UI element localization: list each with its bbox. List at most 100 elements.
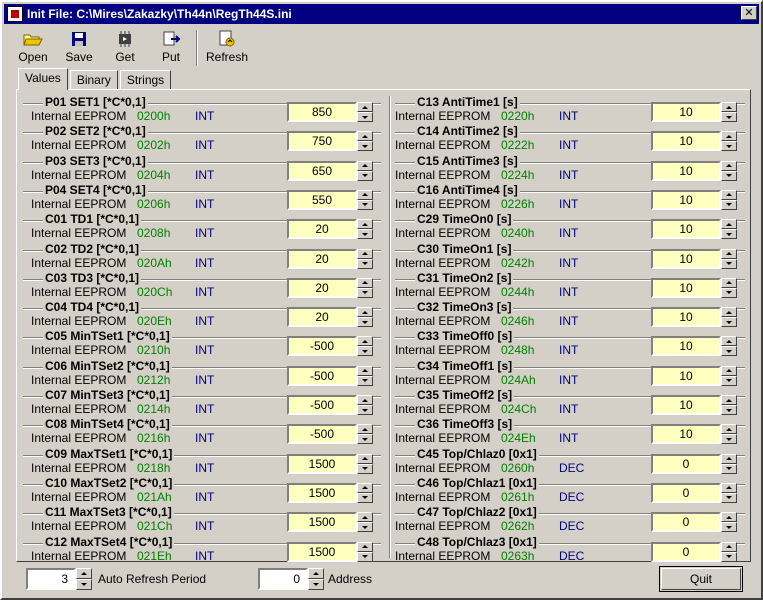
param-value-spinner[interactable]: -500 <box>287 395 373 415</box>
param-value-spinner[interactable]: 10 <box>651 365 737 386</box>
refresh-period-input[interactable]: 3 <box>26 568 76 590</box>
param-value-input[interactable]: -500 <box>287 424 357 445</box>
param-value-spinner[interactable]: 10 <box>651 102 737 122</box>
param-value-spinner[interactable]: 10 <box>651 424 737 445</box>
spin-down-button[interactable] <box>721 199 737 210</box>
param-value-spinner[interactable]: 10 <box>651 277 737 298</box>
get-button[interactable]: Get <box>102 28 148 68</box>
spin-down-button[interactable] <box>357 492 373 503</box>
param-value-input[interactable]: -500 <box>287 336 357 357</box>
spin-up-button[interactable] <box>357 424 373 435</box>
spin-up-button[interactable] <box>357 160 373 171</box>
spin-up-button[interactable] <box>357 102 373 112</box>
spin-up-button[interactable] <box>721 160 737 171</box>
param-value-spinner[interactable]: 10 <box>651 160 737 181</box>
spin-down-button[interactable] <box>721 463 737 474</box>
param-value-spinner[interactable]: -500 <box>287 424 373 445</box>
param-value-input[interactable]: 10 <box>651 248 721 269</box>
param-value-input[interactable]: 650 <box>287 160 357 181</box>
address-input[interactable]: 0 <box>258 568 308 590</box>
spin-down-button[interactable] <box>357 229 373 240</box>
param-value-input[interactable]: 10 <box>651 424 721 445</box>
param-value-input[interactable]: 10 <box>651 365 721 386</box>
spin-down-button[interactable] <box>357 375 373 386</box>
spin-up-button[interactable] <box>721 131 737 142</box>
spin-up-button[interactable] <box>357 248 373 259</box>
spin-down-button[interactable] <box>357 141 373 152</box>
refresh-button[interactable]: Refresh <box>204 28 250 68</box>
spin-up-button[interactable] <box>721 395 737 405</box>
param-value-input[interactable]: -500 <box>287 395 357 415</box>
param-value-spinner[interactable]: 850 <box>287 102 373 122</box>
spin-up-button[interactable] <box>721 248 737 259</box>
spin-down-button[interactable] <box>357 405 373 415</box>
spin-down-button[interactable] <box>357 199 373 210</box>
spin-down-button[interactable] <box>357 522 373 533</box>
param-value-spinner[interactable]: 20 <box>287 307 373 328</box>
spin-up-button[interactable] <box>721 277 737 288</box>
param-value-input[interactable]: 750 <box>287 131 357 152</box>
spin-up-button[interactable] <box>721 307 737 318</box>
param-value-input[interactable]: 20 <box>287 277 357 298</box>
param-value-input[interactable]: 1500 <box>287 453 357 474</box>
quit-button[interactable]: Quit <box>659 566 743 592</box>
param-value-input[interactable]: 1500 <box>287 482 357 503</box>
spin-down-button[interactable] <box>721 405 737 415</box>
param-value-spinner[interactable]: 0 <box>651 453 737 474</box>
spin-up-button[interactable] <box>721 453 737 464</box>
spin-down-button[interactable] <box>357 346 373 357</box>
param-value-spinner[interactable]: 550 <box>287 189 373 210</box>
spin-down-button[interactable] <box>721 522 737 533</box>
spin-down-button[interactable] <box>357 551 373 562</box>
spin-up-button[interactable] <box>357 277 373 288</box>
param-value-spinner[interactable]: 0 <box>651 541 737 562</box>
spin-down-button[interactable] <box>721 258 737 269</box>
put-button[interactable]: Put <box>148 28 194 68</box>
save-button[interactable]: Save <box>56 28 102 68</box>
spin-down-button[interactable] <box>357 317 373 328</box>
spin-up-button[interactable] <box>721 336 737 347</box>
param-value-spinner[interactable]: 750 <box>287 131 373 152</box>
param-value-input[interactable]: 10 <box>651 189 721 210</box>
param-value-input[interactable]: 1500 <box>287 512 357 533</box>
close-button[interactable]: ✕ <box>741 6 757 20</box>
spin-up-button[interactable] <box>721 365 737 376</box>
param-value-input[interactable]: 20 <box>287 219 357 240</box>
param-value-spinner[interactable]: 10 <box>651 336 737 357</box>
param-value-input[interactable]: 550 <box>287 189 357 210</box>
param-value-spinner[interactable]: 10 <box>651 131 737 152</box>
spin-up-button[interactable] <box>721 102 737 112</box>
spin-up-button[interactable] <box>76 568 92 579</box>
param-value-spinner[interactable]: 1500 <box>287 453 373 474</box>
param-value-spinner[interactable]: 0 <box>651 482 737 503</box>
spin-down-button[interactable] <box>76 579 92 590</box>
spin-down-button[interactable] <box>721 375 737 386</box>
param-value-input[interactable]: 10 <box>651 395 721 415</box>
open-button[interactable]: Open <box>10 28 56 68</box>
spin-down-button[interactable] <box>721 346 737 357</box>
spin-down-button[interactable] <box>721 229 737 240</box>
param-value-input[interactable]: 0 <box>651 541 721 562</box>
spin-down-button[interactable] <box>357 258 373 269</box>
param-value-spinner[interactable]: -500 <box>287 336 373 357</box>
param-value-input[interactable]: 0 <box>651 512 721 533</box>
spin-up-button[interactable] <box>357 336 373 347</box>
spin-up-button[interactable] <box>721 512 737 523</box>
tab-values[interactable]: Values <box>18 68 68 90</box>
param-value-input[interactable]: 0 <box>651 482 721 503</box>
spin-down-button[interactable] <box>721 434 737 445</box>
spin-up-button[interactable] <box>721 424 737 435</box>
param-value-input[interactable]: 10 <box>651 277 721 298</box>
param-value-input[interactable]: 10 <box>651 160 721 181</box>
param-value-spinner[interactable]: 10 <box>651 219 737 240</box>
spin-down-button[interactable] <box>357 434 373 445</box>
spin-down-button[interactable] <box>721 287 737 298</box>
spin-up-button[interactable] <box>357 219 373 230</box>
param-value-spinner[interactable]: 650 <box>287 160 373 181</box>
param-value-input[interactable]: 20 <box>287 248 357 269</box>
tab-binary[interactable]: Binary <box>69 70 118 90</box>
spin-down-button[interactable] <box>721 551 737 562</box>
param-value-input[interactable]: 20 <box>287 307 357 328</box>
spin-up-button[interactable] <box>308 568 324 579</box>
param-value-input[interactable]: 850 <box>287 102 357 122</box>
